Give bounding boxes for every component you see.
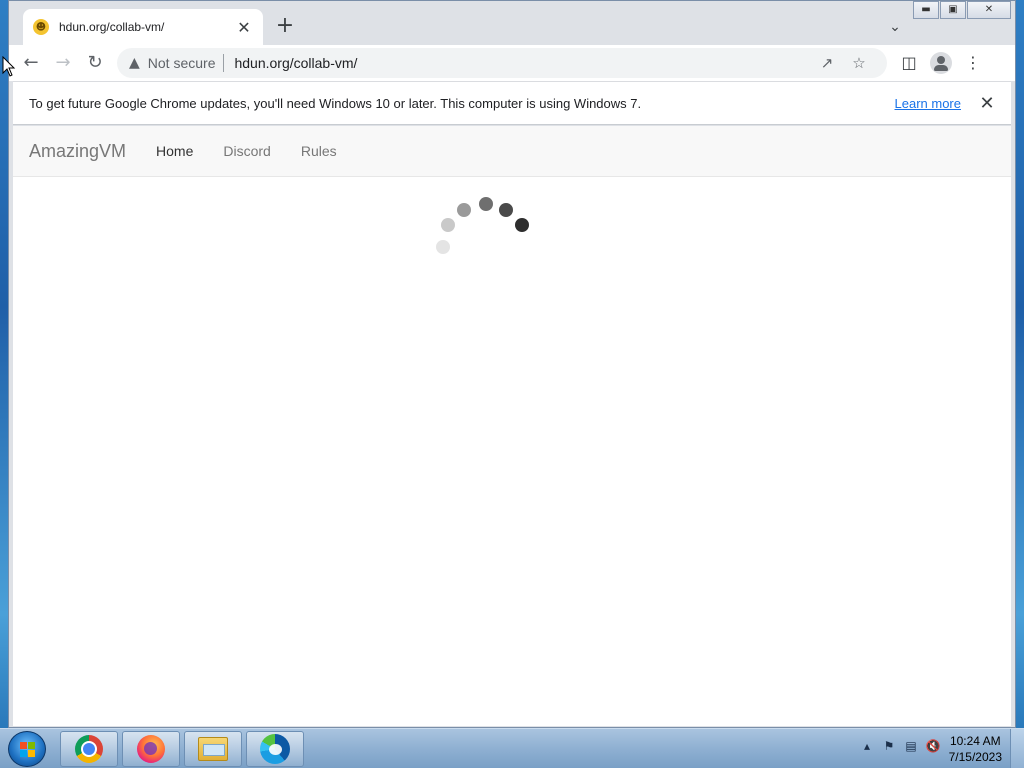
security-label[interactable]: Not secure [148, 55, 216, 71]
side-panel-icon[interactable]: ◫ [893, 49, 925, 77]
window-controls: ▬ ▣ ✕ [912, 1, 1011, 19]
taskbar-file-explorer[interactable] [184, 731, 242, 767]
back-arrow-icon[interactable]: ← [15, 49, 47, 77]
address-bar[interactable]: ▲ Not secure hdun.org/collab-vm/ ↗ ☆ [117, 48, 887, 78]
tab-strip: ☻ hdun.org/collab-vm/ ✕ + ⌄ ▬ ▣ ✕ [9, 1, 1015, 45]
learn-more-link[interactable]: Learn more [895, 96, 961, 111]
profile-avatar-icon[interactable] [930, 52, 952, 74]
show-desktop-button[interactable] [1010, 729, 1024, 768]
share-icon[interactable]: ↗ [811, 54, 843, 72]
smiley-icon: ☻ [33, 19, 49, 35]
new-tab-button[interactable]: + [273, 15, 297, 39]
tray-expand-icon[interactable]: ▴ [856, 739, 878, 753]
page-viewport: AmazingVM Home Discord Rules [13, 126, 1011, 726]
taskbar-firefox[interactable] [122, 731, 180, 767]
forward-arrow-icon[interactable]: → [47, 49, 79, 77]
update-infobar: To get future Google Chrome updates, you… [13, 81, 1011, 125]
chrome-icon [75, 735, 103, 763]
windows-logo-icon [20, 742, 36, 758]
clock-time: 10:24 AM [949, 734, 1001, 748]
file-explorer-icon [198, 737, 228, 761]
minimize-button[interactable]: ▬ [913, 1, 939, 19]
warning-triangle-icon[interactable]: ▲ [129, 55, 140, 71]
edge-icon [260, 734, 290, 764]
tab-active[interactable]: ☻ hdun.org/collab-vm/ ✕ [23, 9, 263, 45]
window-close-button[interactable]: ✕ [967, 1, 1011, 19]
taskbar-edge[interactable] [246, 731, 304, 767]
clock-date: 7/15/2023 [948, 750, 1002, 764]
start-button[interactable] [8, 731, 46, 767]
loading-spinner-icon [436, 197, 529, 254]
address-divider [223, 54, 225, 72]
tab-search-chevron-icon[interactable]: ⌄ [883, 15, 907, 39]
more-menu-icon[interactable]: ⋮ [957, 49, 989, 77]
reload-icon[interactable]: ↻ [79, 49, 111, 77]
system-tray: ▴ ⚑ ▤ 🔇 [856, 739, 944, 753]
network-icon[interactable]: ▤ [900, 739, 922, 753]
url-text[interactable]: hdun.org/collab-vm/ [234, 55, 811, 71]
browser-toolbar: ← → ↻ ▲ Not secure hdun.org/collab-vm/ ↗… [9, 45, 1015, 81]
volume-muted-icon[interactable]: 🔇 [922, 739, 944, 753]
browser-window: ☻ hdun.org/collab-vm/ ✕ + ⌄ ▬ ▣ ✕ ← → ↻ … [8, 0, 1016, 728]
taskbar-chrome[interactable] [60, 731, 118, 767]
tab-title: hdun.org/collab-vm/ [59, 20, 165, 34]
taskbar: ▴ ⚑ ▤ 🔇 10:24 AM 7/15/2023 [0, 728, 1024, 768]
tab-close-icon[interactable]: ✕ [235, 18, 253, 37]
infobar-message: To get future Google Chrome updates, you… [29, 95, 642, 111]
action-center-flag-icon[interactable]: ⚑ [878, 739, 900, 753]
taskbar-clock[interactable]: 10:24 AM 7/15/2023 [949, 733, 1002, 765]
maximize-button[interactable]: ▣ [940, 1, 966, 19]
infobar-close-icon[interactable]: ✕ [977, 93, 997, 114]
bookmark-star-icon[interactable]: ☆ [843, 54, 875, 72]
mouse-cursor-icon [2, 56, 16, 77]
firefox-icon [137, 735, 165, 763]
